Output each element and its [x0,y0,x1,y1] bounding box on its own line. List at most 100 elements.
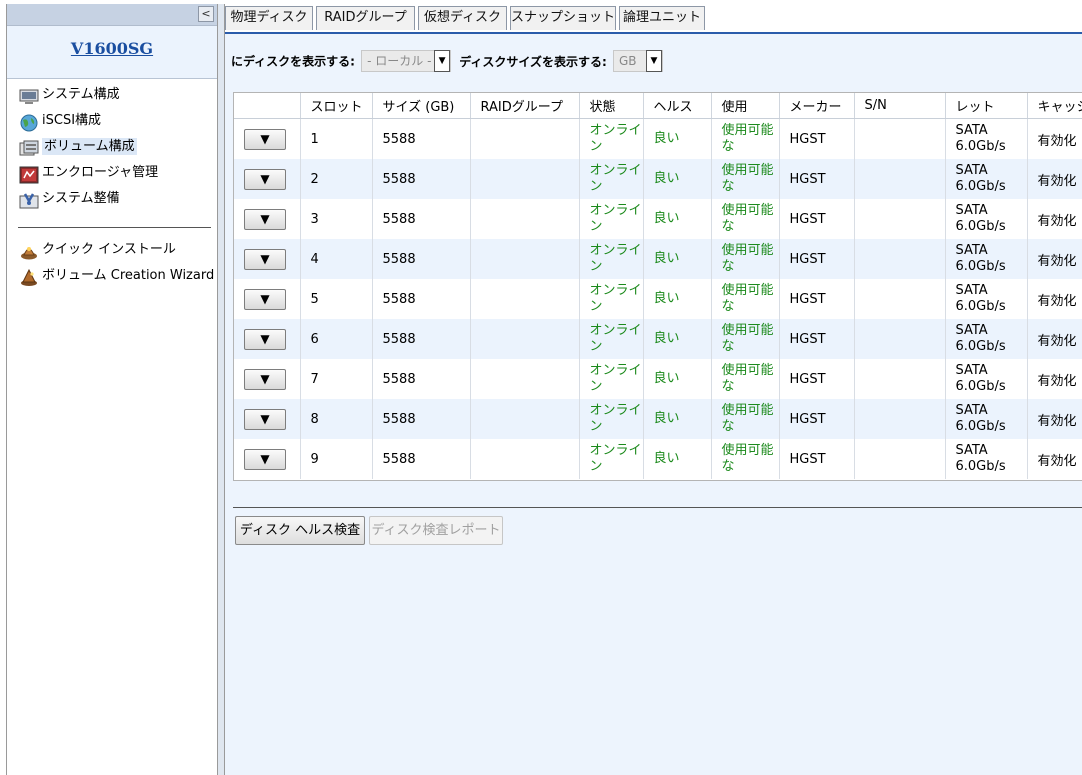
cell-health: 良い [642,118,711,159]
cell-rate: SATA 6.0Gb/s [944,399,1027,439]
column-header-slot[interactable]: スロット [299,93,372,119]
cell-sn [853,319,945,359]
tab-virtual-disk[interactable]: 仮想ディスク [418,6,507,30]
cell-health: 良い [642,439,711,479]
row-action-dropdown-button[interactable]: ▼ [244,248,286,270]
tab-raid-group[interactable]: RAIDグループ [316,6,415,30]
table-row[interactable]: ▼ 2 5588 オンライン 良い 使用可能な HGST SATA 6.0Gb/s 有効化 [234,159,1082,199]
cell-slot: 9 [299,439,372,479]
row-action-dropdown-button[interactable]: ▼ [244,448,286,470]
tab-bar: 物理ディスク RAIDグループ 仮想ディスク スナップショット 論理ユニット [225,4,1082,34]
column-header-raid-group[interactable]: RAIDグループ [469,93,579,119]
table-row[interactable]: ▼ 3 5588 オンライン 良い 使用可能な HGST SATA 6.0Gb/s 有効化 [234,199,1082,239]
cell-rate: SATA 6.0Gb/s [944,239,1027,279]
cell-sn [853,239,945,279]
sidebar-item-4[interactable]: エンクロージャ管理 [7,163,217,189]
device-title-box: V1600SG [7,26,217,79]
column-header-serial[interactable]: S/N [853,93,945,119]
panel-splitter[interactable] [218,4,225,775]
table-row[interactable]: ▼ 5 5588 オンライン 良い 使用可能な HGST SATA 6.0Gb/s 有効化 [234,279,1082,319]
cell-status: オンライン [578,199,643,239]
cell-slot: 1 [299,118,372,159]
sidebar-divider [18,227,211,228]
cell-cache: 有効化 [1026,399,1082,439]
cell-raid [469,319,579,359]
cell-usage: 使用可能な [710,199,779,239]
row-action-dropdown-button[interactable]: ▼ [244,408,286,430]
tab-logical-unit[interactable]: 論理ユニット [619,6,705,30]
tab-snapshot[interactable]: スナップショット [510,6,616,30]
column-header-rate[interactable]: レット [944,93,1027,119]
table-row[interactable]: ▼ 6 5588 オンライン 良い 使用可能な HGST SATA 6.0Gb/s 有効化 [234,319,1082,359]
tab-physical-disk[interactable]: 物理ディスク [225,6,313,30]
sidebar-tool-item-1[interactable]: クイック インストール [7,240,217,266]
cell-rate: SATA 6.0Gb/s [944,159,1027,199]
cell-sn [853,399,945,439]
filter-row: にディスクを表示する: - ローカル - ▼ ディスクサイズを表示する: GB … [231,50,663,74]
row-action-cell: ▼ [234,159,300,199]
device-title-link[interactable]: V1600SG [71,39,153,58]
table-row[interactable]: ▼ 9 5588 オンライン 良い 使用可能な HGST SATA 6.0Gb/s 有効化 [234,439,1082,479]
main-panel: 物理ディスク RAIDグループ 仮想ディスク スナップショット 論理ユニット に… [225,4,1082,775]
row-action-dropdown-button[interactable]: ▼ [244,168,286,190]
cell-vendor: HGST [778,279,854,319]
disk-health-check-button[interactable]: ディスク ヘルス検査 [235,516,365,545]
cell-rate: SATA 6.0Gb/s [944,118,1027,159]
column-header-health[interactable]: ヘルス [642,93,711,119]
cell-rate: SATA 6.0Gb/s [944,359,1027,399]
table-row[interactable]: ▼ 8 5588 オンライン 良い 使用可能な HGST SATA 6.0Gb/s 有効化 [234,399,1082,439]
sidebar-item-1[interactable]: システム構成 [7,85,217,111]
row-action-cell: ▼ [234,239,300,279]
sidebar-tool-item-label: ボリューム Creation Wizard [42,268,215,283]
main-nav: システム構成 iSCSI構成ボリューム構成 エンクロージャ管理 システム整備 [7,85,217,215]
table-header-row: スロット サイズ (GB) RAIDグループ 状態 ヘルス 使用 メーカー S/N レット キャッ… [234,93,1082,119]
sidebar-item-2[interactable]: iSCSI構成 [7,111,217,137]
table-row[interactable]: ▼ 7 5588 オンライン 良い 使用可能な HGST SATA 6.0Gb/s 有効化 [234,359,1082,399]
wizard-icon [19,268,39,287]
disk-check-report-button[interactable]: ディスク検査レポート [369,516,503,545]
disk-table: スロット サイズ (GB) RAIDグループ 状態 ヘルス 使用 メーカー S/N レット キャッ… [234,93,1082,479]
chevron-down-icon[interactable]: ▼ [434,50,451,72]
cell-sn [853,159,945,199]
table-row[interactable]: ▼ 1 5588 オンライン 良い 使用可能な HGST SATA 6.0Gb/s 有効化 [234,118,1082,159]
sidebar-item-5[interactable]: システム整備 [7,189,217,215]
row-action-dropdown-button[interactable]: ▼ [244,328,286,350]
cell-usage: 使用可能な [710,239,779,279]
table-row[interactable]: ▼ 4 5588 オンライン 良い 使用可能な HGST SATA 6.0Gb/s 有効化 [234,239,1082,279]
cell-vendor: HGST [778,239,854,279]
cell-slot: 2 [299,159,372,199]
column-header-action[interactable] [234,93,300,119]
row-action-dropdown-button[interactable]: ▼ [244,288,286,310]
row-action-dropdown-button[interactable]: ▼ [244,128,286,150]
cell-usage: 使用可能な [710,439,779,479]
sidebar-tool-item-2[interactable]: ボリューム Creation Wizard [7,266,217,292]
cell-rate: SATA 6.0Gb/s [944,319,1027,359]
volume-config-icon [19,140,39,158]
disk-location-select[interactable]: - ローカル - ▼ [361,50,452,72]
row-action-dropdown-button[interactable]: ▼ [244,208,286,230]
system-config-icon [19,88,39,106]
column-header-size[interactable]: サイズ (GB) [371,93,470,119]
size-unit-select[interactable]: GB ▼ [613,50,663,72]
column-header-cache[interactable]: キャッシュ [1026,93,1082,119]
column-header-usage[interactable]: 使用 [710,93,779,119]
collapse-sidebar-button[interactable]: < [198,6,214,22]
row-action-cell: ▼ [234,279,300,319]
disk-table-container[interactable]: スロット サイズ (GB) RAIDグループ 状態 ヘルス 使用 メーカー S/N レット キャッ… [233,92,1082,481]
sidebar-item-3[interactable]: ボリューム構成 [7,137,217,163]
chevron-down-icon[interactable]: ▼ [646,50,662,72]
sidebar-item-label: iSCSI構成 [42,113,102,128]
cell-usage: 使用可能な [710,399,779,439]
row-action-cell: ▼ [234,199,300,239]
cell-cache: 有効化 [1026,118,1082,159]
cell-status: オンライン [578,439,643,479]
cell-slot: 6 [299,319,372,359]
column-header-status[interactable]: 状態 [578,93,643,119]
cell-status: オンライン [578,359,643,399]
cell-vendor: HGST [778,439,854,479]
row-action-dropdown-button[interactable]: ▼ [244,368,286,390]
column-header-vendor[interactable]: メーカー [778,93,854,119]
cell-cache: 有効化 [1026,439,1082,479]
cell-usage: 使用可能な [710,359,779,399]
cell-size: 5588 [371,239,470,279]
